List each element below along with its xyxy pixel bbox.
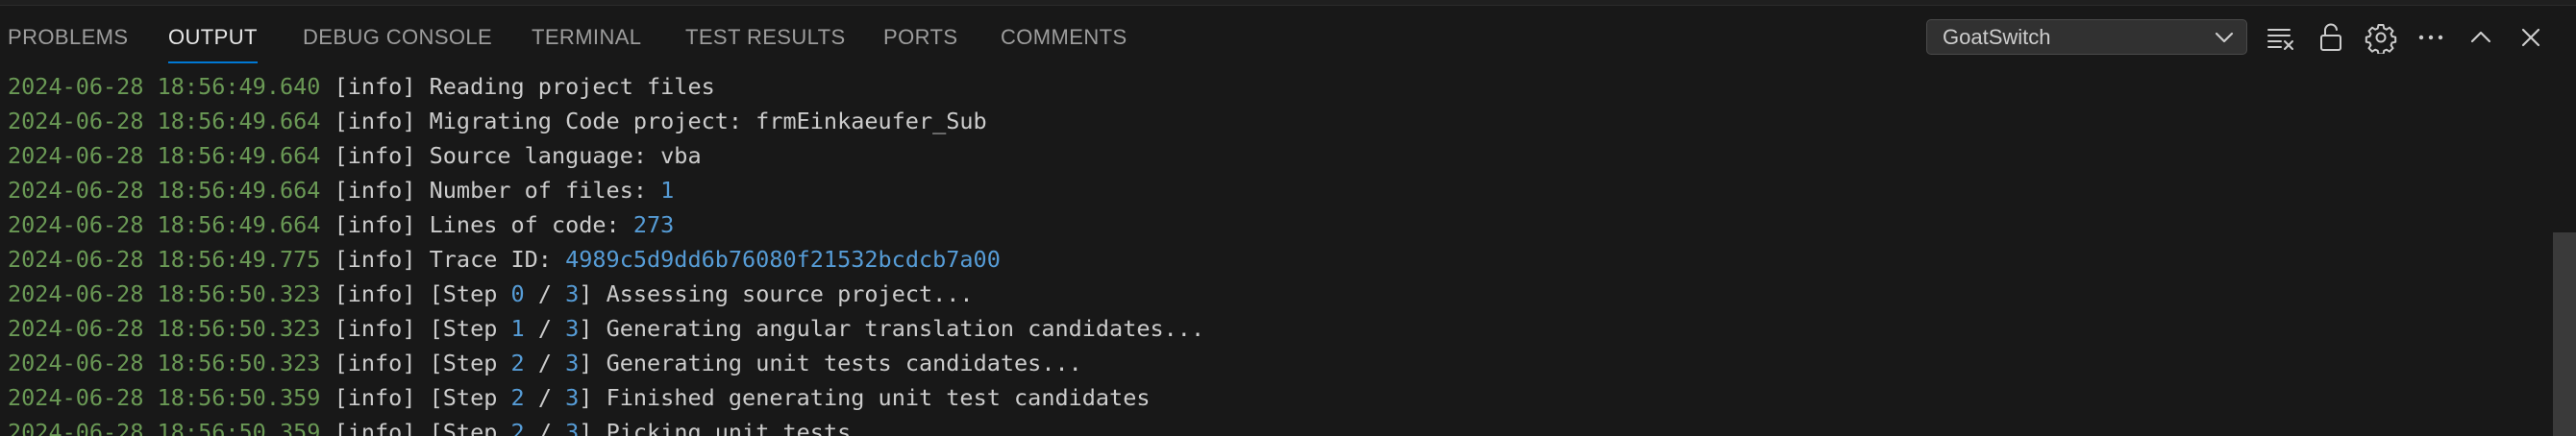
log-line: 2024-06-28 18:56:49.775 [info] Trace ID:… (8, 242, 1001, 277)
log-timestamp: 2024-06-28 18:56:49.664 (8, 211, 321, 238)
log-line: 2024-06-28 18:56:49.640 [info] Reading p… (8, 69, 715, 104)
log-level: [info] (334, 177, 416, 204)
tab-test-results[interactable]: TEST RESULTS (685, 6, 846, 69)
log-message-text: Source language: vba (429, 142, 702, 169)
log-message-text: ] Picking unit tests (579, 419, 852, 436)
tab-debug-console[interactable]: DEBUG CONSOLE (303, 6, 492, 69)
log-message-text: ] Generating angular translation candida… (579, 315, 1205, 342)
close-panel-button[interactable] (2514, 21, 2547, 54)
log-level: [info] (334, 108, 416, 134)
more-actions-button[interactable] (2415, 21, 2447, 54)
tab-output[interactable]: OUTPUT (168, 6, 258, 69)
log-line: 2024-06-28 18:56:49.664 [info] Source la… (8, 138, 702, 173)
log-level: [info] (334, 350, 416, 376)
clear-output-button[interactable] (2265, 21, 2297, 54)
log-level: [info] (334, 73, 416, 100)
log-line: 2024-06-28 18:56:49.664 [info] Migrating… (8, 104, 987, 138)
log-timestamp: 2024-06-28 18:56:49.640 (8, 73, 321, 100)
log-message-text: ] Assessing source project... (579, 280, 974, 307)
log-timestamp: 2024-06-28 18:56:49.664 (8, 108, 321, 134)
log-timestamp: 2024-06-28 18:56:50.359 (8, 384, 321, 411)
log-message-text: [Step (429, 280, 511, 307)
log-message-text: Trace ID: (429, 246, 566, 273)
gear-icon (2365, 24, 2397, 54)
log-line: 2024-06-28 18:56:50.323 [info] [Step 0 /… (8, 277, 974, 311)
log-message-text: Reading project files (429, 73, 715, 100)
log-timestamp: 2024-06-28 18:56:50.323 (8, 315, 321, 342)
log-message-text: [Step (429, 419, 511, 436)
log-message-text: Number of files: (429, 177, 661, 204)
unlock-icon (2320, 23, 2341, 51)
log-message-text: / (524, 315, 566, 342)
ellipsis-icon (2418, 35, 2443, 40)
log-message-text: / (524, 419, 566, 436)
log-timestamp: 2024-06-28 18:56:50.323 (8, 350, 321, 376)
log-level: [info] (334, 280, 416, 307)
log-number: 2 (510, 384, 525, 411)
log-message-text: [Step (429, 384, 511, 411)
log-number: 3 (565, 350, 580, 376)
log-number: 0 (510, 280, 525, 307)
log-number: 1 (660, 177, 675, 204)
log-timestamp: 2024-06-28 18:56:49.664 (8, 177, 321, 204)
log-number: 3 (565, 384, 580, 411)
chevron-up-icon (2470, 31, 2491, 43)
log-message-text: / (524, 384, 566, 411)
scrollbar-thumb[interactable] (2553, 232, 2576, 436)
log-timestamp: 2024-06-28 18:56:50.323 (8, 280, 321, 307)
tab-comments[interactable]: COMMENTS (1001, 6, 1127, 69)
output-channel-select[interactable]: GoatSwitch (1926, 19, 2247, 55)
lock-scroll-button[interactable] (2315, 21, 2347, 54)
log-line: 2024-06-28 18:56:50.323 [info] [Step 1 /… (8, 311, 1204, 346)
log-number: 2 (510, 350, 525, 376)
log-number: 273 (632, 211, 675, 238)
settings-button[interactable] (2365, 21, 2397, 54)
log-level: [info] (334, 384, 416, 411)
log-level: [info] (334, 246, 416, 273)
log-number: 3 (565, 315, 580, 342)
output-panel: PROBLEMS OUTPUT DEBUG CONSOLE TERMINAL T… (0, 0, 2576, 436)
tab-problems[interactable]: PROBLEMS (8, 6, 128, 69)
log-line: 2024-06-28 18:56:50.323 [info] [Step 2 /… (8, 346, 1082, 380)
log-line: 2024-06-28 18:56:49.664 [info] Number of… (8, 173, 674, 207)
close-icon (2521, 28, 2540, 47)
log-line: 2024-06-28 18:56:50.359 [info] [Step 2 /… (8, 415, 851, 436)
log-line: 2024-06-28 18:56:49.664 [info] Lines of … (8, 207, 674, 242)
log-level: [info] (334, 315, 416, 342)
log-level: [info] (334, 211, 416, 238)
log-level: [info] (334, 142, 416, 169)
log-timestamp: 2024-06-28 18:56:49.664 (8, 142, 321, 169)
log-number: 2 (510, 419, 525, 436)
log-number: 3 (565, 280, 580, 307)
maximize-panel-button[interactable] (2465, 21, 2497, 54)
log-number: 1 (510, 315, 525, 342)
output-scrollbar[interactable] (2549, 69, 2576, 436)
log-timestamp: 2024-06-28 18:56:49.775 (8, 246, 321, 273)
log-trace-id: 4989c5d9dd6b76080f21532bcdcb7a00 (565, 246, 1001, 273)
log-level: [info] (334, 419, 416, 436)
log-timestamp: 2024-06-28 18:56:50.359 (8, 419, 321, 436)
log-line: 2024-06-28 18:56:50.359 [info] [Step 2 /… (8, 380, 1151, 415)
log-message-text: / (524, 280, 566, 307)
log-message-text: ] Generating unit tests candidates... (579, 350, 1082, 376)
output-channel-value: GoatSwitch (1943, 25, 2051, 49)
log-message-text: Lines of code: (429, 211, 633, 238)
chevron-down-icon (2215, 32, 2234, 43)
log-number: 3 (565, 419, 580, 436)
log-message-text: [Step (429, 315, 511, 342)
log-message-text: / (524, 350, 566, 376)
output-log[interactable]: 2024-06-28 18:56:49.640 [info] Reading p… (0, 69, 2547, 436)
tab-terminal[interactable]: TERMINAL (532, 6, 641, 69)
tab-ports[interactable]: PORTS (883, 6, 957, 69)
log-message-text: Migrating Code project: frmEinkaeufer_Su… (429, 108, 987, 134)
log-message-text: ] Finished generating unit test candidat… (579, 384, 1151, 411)
clear-all-icon (2267, 29, 2293, 50)
log-message-text: [Step (429, 350, 511, 376)
